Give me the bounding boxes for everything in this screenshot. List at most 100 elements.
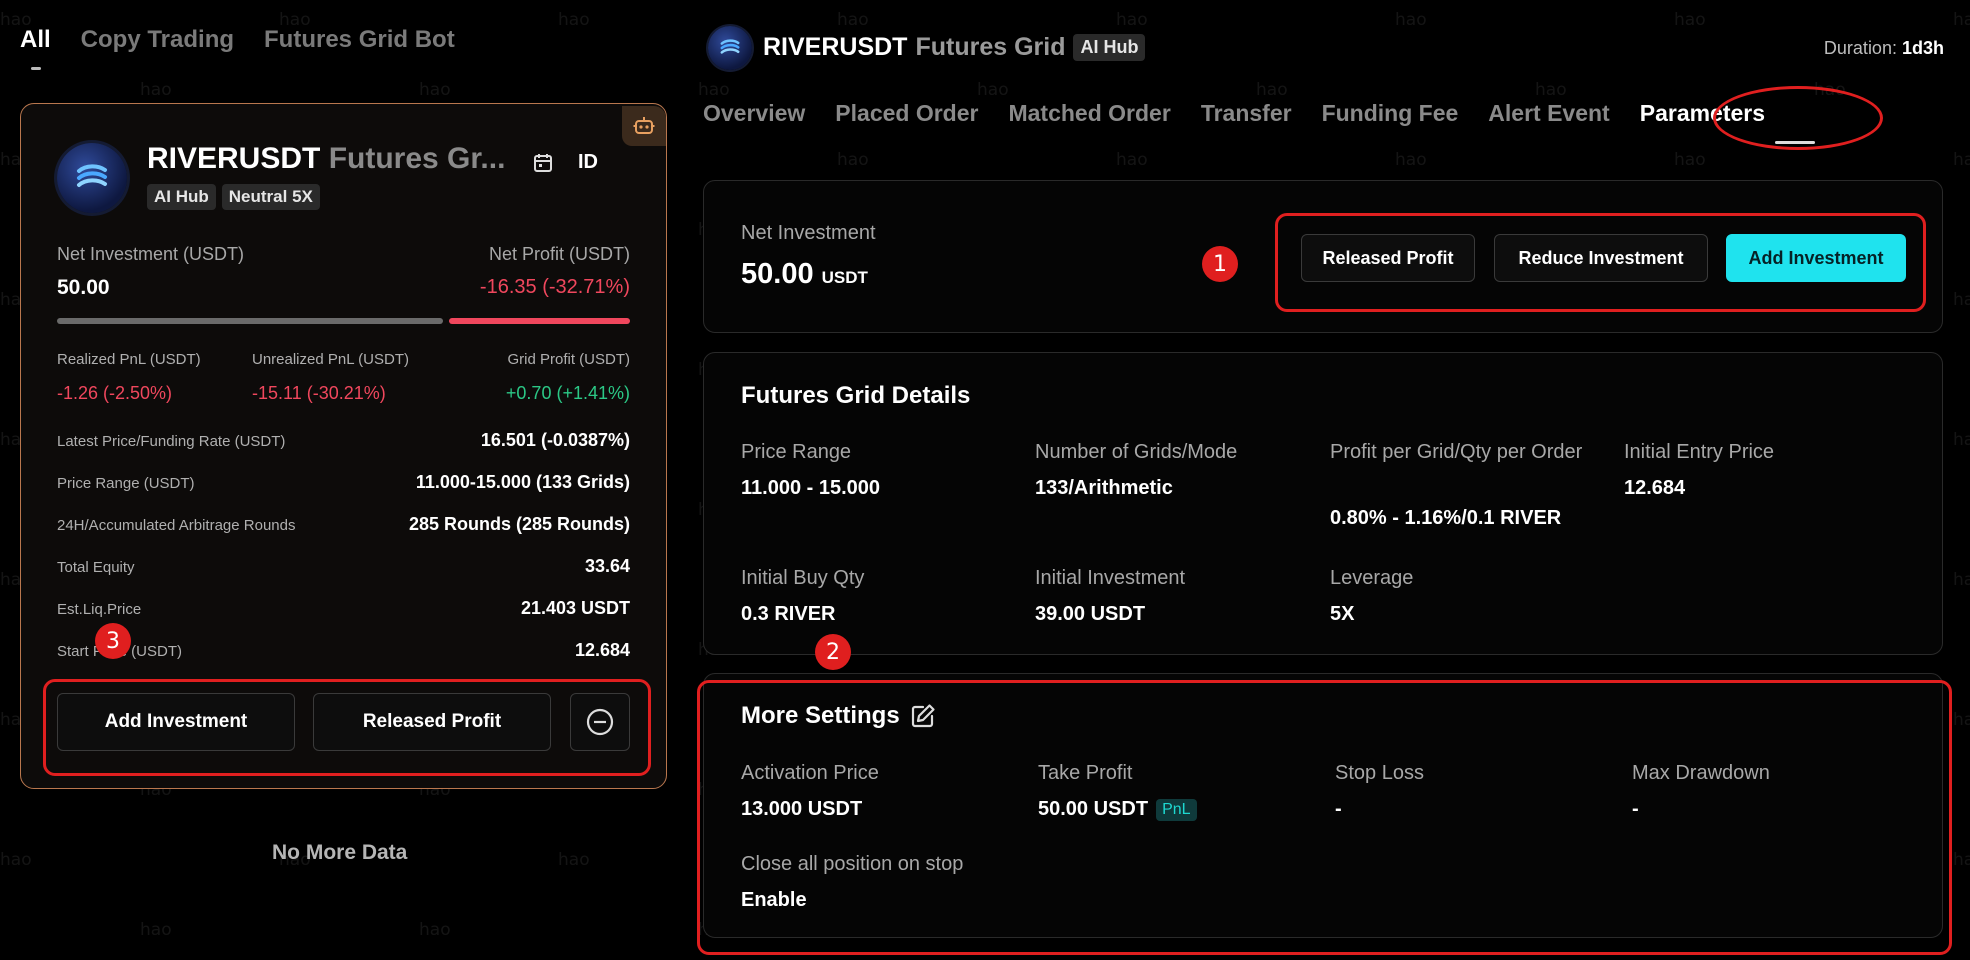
net-investment-amount: 50.00 USDT bbox=[741, 258, 868, 291]
unrealized-pnl-label: Unrealized PnL (USDT) bbox=[252, 351, 409, 368]
initial-entry-price-label: Initial Entry Price bbox=[1624, 441, 1775, 463]
watermark-text: hao bbox=[1953, 430, 1970, 450]
card-released-profit-button[interactable]: Released Profit bbox=[313, 693, 551, 751]
top-tab-bar: All Copy Trading Futures Grid Bot bbox=[20, 26, 455, 54]
close-position-label: Close all position on stop bbox=[741, 853, 964, 875]
tab-matched-order[interactable]: Matched Order bbox=[1008, 100, 1170, 127]
annotation-number-3: 3 bbox=[95, 623, 131, 659]
arbitrage-rounds-label: 24H/Accumulated Arbitrage Rounds bbox=[57, 517, 296, 534]
net-investment-unit: USDT bbox=[821, 268, 868, 287]
duration: Duration: 1d3h bbox=[1824, 38, 1944, 59]
progress-bar-loss bbox=[449, 318, 630, 324]
price-range-value: 11.000-15.000 (133 Grids) bbox=[415, 472, 630, 492]
watermark-text: hao bbox=[837, 10, 869, 30]
watermark-text: hao bbox=[1953, 710, 1970, 730]
grid-profit-value: +0.70 (+1.41%) bbox=[505, 383, 630, 403]
tab-transfer[interactable]: Transfer bbox=[1201, 100, 1292, 127]
grids-mode-value: 133/Arithmetic bbox=[1035, 477, 1173, 499]
progress-bar-investment bbox=[57, 318, 443, 324]
unrealized-pnl-value: -15.11 (-30.21%) bbox=[252, 383, 386, 403]
est-liq-price-value: 21.403 USDT bbox=[520, 598, 630, 618]
profit-per-grid-value: 0.80% - 1.16%/0.1 RIVER bbox=[1330, 507, 1562, 529]
start-price-value: 12.684 bbox=[574, 640, 630, 660]
pnl-badge: PnL bbox=[1156, 798, 1197, 821]
no-more-data-text: No More Data bbox=[272, 841, 408, 864]
net-investment-value: 50.00 bbox=[57, 276, 110, 299]
duration-label: Duration: bbox=[1823, 38, 1897, 58]
initial-investment-label: Initial Investment bbox=[1035, 567, 1186, 589]
take-profit-label: Take Profit bbox=[1038, 762, 1133, 784]
latest-price-label: Latest Price/Funding Rate (USDT) bbox=[57, 433, 286, 450]
grid-profit-label: Grid Profit (USDT) bbox=[507, 351, 630, 368]
realized-pnl-value: -1.26 (-2.50%) bbox=[57, 383, 173, 403]
watermark-text: hao bbox=[1953, 850, 1970, 870]
price-range-label: Price Range (USDT) bbox=[57, 475, 195, 492]
watermark-text: hao bbox=[1953, 290, 1970, 310]
max-drawdown-value: - bbox=[1632, 798, 1639, 820]
watermark-text: hao bbox=[419, 80, 451, 100]
more-settings-heading: More Settings bbox=[741, 702, 900, 729]
watermark-text: hao bbox=[698, 80, 730, 100]
price-range-value: 11.000 - 15.000 bbox=[741, 477, 881, 499]
initial-entry-price-value: 12.684 bbox=[1624, 477, 1686, 499]
annotation-ellipse-parameters bbox=[1713, 86, 1883, 150]
grid-symbol: RIVERUSDT bbox=[763, 33, 908, 61]
watermark-text: hao bbox=[1395, 10, 1427, 30]
tab-overview[interactable]: Overview bbox=[703, 100, 805, 127]
max-drawdown-label: Max Drawdown bbox=[1632, 762, 1770, 784]
river-coin-logo bbox=[57, 143, 127, 213]
active-tab-indicator bbox=[31, 67, 41, 70]
released-profit-button[interactable]: Released Profit bbox=[1301, 234, 1475, 282]
annotation-number-1: 1 bbox=[1202, 246, 1238, 282]
tab-alert-event[interactable]: Alert Event bbox=[1488, 100, 1609, 127]
tab-futures-grid-bot[interactable]: Futures Grid Bot bbox=[264, 26, 455, 54]
arbitrage-rounds-value: 285 Rounds (285 Rounds) bbox=[408, 514, 630, 534]
minus-circle-icon bbox=[586, 708, 614, 736]
id-button[interactable]: ID bbox=[578, 151, 598, 174]
reduce-investment-button[interactable]: Reduce Investment bbox=[1494, 234, 1708, 282]
watermark-text: hao bbox=[1535, 80, 1567, 100]
stop-loss-label: Stop Loss bbox=[1335, 762, 1424, 784]
est-liq-price-label: Est.Liq.Price bbox=[57, 601, 142, 618]
net-investment-label: Net Investment (USDT) bbox=[57, 244, 245, 264]
watermark-text: hao bbox=[1674, 150, 1706, 170]
watermark-text: hao bbox=[1953, 10, 1970, 30]
detail-tab-bar: Overview Placed Order Matched Order Tran… bbox=[703, 100, 1765, 127]
duration-value: 1d3h bbox=[1901, 38, 1944, 58]
activation-price-value: 13.000 USDT bbox=[741, 798, 863, 820]
take-profit-value-wrap: 50.00 USDT PnL bbox=[1038, 798, 1197, 821]
watermark-text: hao bbox=[977, 80, 1009, 100]
total-equity-value: 33.64 bbox=[584, 556, 630, 576]
watermark-text: hao bbox=[558, 10, 590, 30]
watermark-text: hao bbox=[1674, 10, 1706, 30]
edit-icon[interactable] bbox=[910, 703, 936, 729]
card-symbol: RIVERUSDT bbox=[147, 142, 321, 175]
card-title: RIVERUSDT Futures Gr... bbox=[147, 142, 505, 176]
watermark-text: hao bbox=[558, 850, 590, 870]
tab-funding-fee[interactable]: Funding Fee bbox=[1322, 100, 1459, 127]
watermark-text: hao bbox=[140, 920, 172, 940]
watermark-text: hao bbox=[1256, 80, 1288, 100]
total-equity-label: Total Equity bbox=[57, 559, 135, 576]
card-title-sub: Futures Gr... bbox=[328, 142, 506, 175]
grid-details-heading: Futures Grid Details bbox=[741, 382, 971, 409]
grid-title-sub: Futures Grid bbox=[915, 33, 1066, 61]
watermark-text: hao bbox=[419, 920, 451, 940]
realized-pnl-label: Realized PnL (USDT) bbox=[57, 351, 201, 368]
add-investment-button[interactable]: Add Investment bbox=[1726, 234, 1906, 282]
leverage-label: Leverage bbox=[1330, 567, 1414, 589]
price-range-label: Price Range bbox=[741, 441, 852, 463]
tab-all[interactable]: All bbox=[20, 26, 51, 54]
tab-placed-order[interactable]: Placed Order bbox=[835, 100, 978, 127]
watermark-text: hao bbox=[1395, 150, 1427, 170]
leverage-value: 5X bbox=[1330, 603, 1355, 625]
calendar-icon[interactable] bbox=[532, 152, 554, 179]
card-add-investment-button[interactable]: Add Investment bbox=[57, 693, 295, 751]
watermark-text: hao bbox=[1953, 570, 1970, 590]
net-profit-value: -16.35 (-32.71%) bbox=[479, 276, 630, 298]
card-more-button[interactable] bbox=[570, 693, 630, 751]
badge-ai-hub-header: AI Hub bbox=[1073, 34, 1146, 61]
watermark-text: hao bbox=[140, 80, 172, 100]
tab-copy-trading[interactable]: Copy Trading bbox=[81, 26, 234, 54]
more-settings-header: More Settings bbox=[741, 702, 936, 730]
